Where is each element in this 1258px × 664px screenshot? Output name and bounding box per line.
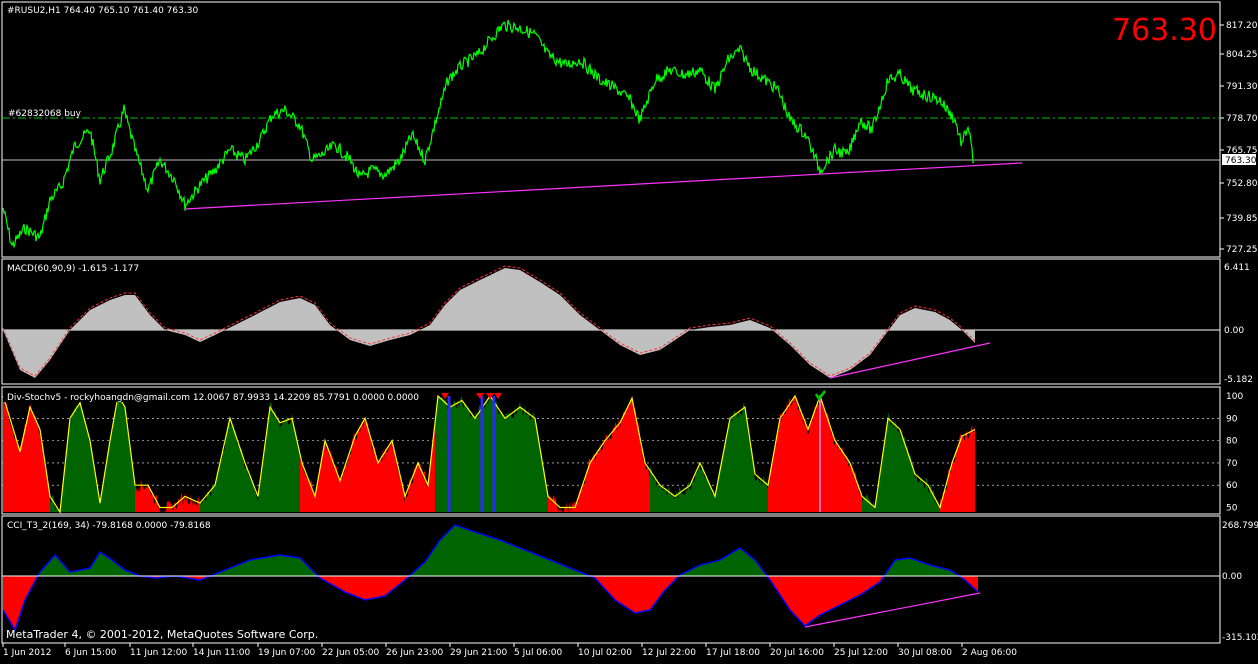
cci-axis-label: 0.00 [1222,572,1242,582]
time-axis: 1 Jun 2012 6 Jun 15:00 11 Jun 12:00 14 Jun … [2,643,1017,658]
stoch-area-segment [300,417,405,512]
time-axis-label: 11 Jun 12:00 [130,648,187,658]
cci-area-segment [590,576,679,613]
macd-pane[interactable]: MACD(60,90,9) -1.615 -1.177 6.411 0.00 -5.… [1,258,1253,385]
price-pane-frame [1,1,1221,258]
price-axis: 817.20804.25791.30778.70765.75752.80739.… [1220,21,1258,255]
cci-area-segment [410,525,589,576]
price-axis-label: 817.20 [1226,21,1258,31]
price-axis-label: 804.25 [1226,50,1258,60]
cci-pane[interactable]: CCI_T3_2(169, 34) -79.8168 0.0000 -79.81… [1,515,1258,644]
stoch-axis-label: 80 [1226,437,1238,447]
cci-area-segment [38,552,139,576]
price-axis-label: 739.85 [1226,214,1258,224]
stoch-area-segment [595,396,650,512]
time-axis-label: 10 Jul 02:00 [578,648,632,658]
buy-check-icon [814,390,826,402]
big-price-label: 763.30 [1112,13,1217,48]
time-axis-label: 17 Jul 18:00 [706,648,760,658]
copyright-label: MetaTrader 4, © 2001-2012, MetaQuotes So… [6,628,318,641]
time-axis-label: 2 Aug 06:00 [962,648,1017,658]
time-axis-label: 26 Jun 23:00 [386,648,443,658]
stoch-axis-label: 50 [1226,504,1238,514]
macd-histogram [3,268,975,378]
price-axis-label: 752.80 [1226,179,1258,189]
support-trendline[interactable] [184,162,1023,210]
cci-axis-label: 268.799 [1222,521,1258,531]
stoch-pane-header: Div-Stochv5 - rockyhoangdn@gmail.com 12.… [7,393,419,403]
cci-area-segment [3,576,37,630]
macd-axis-label: 6.411 [1224,263,1250,273]
time-axis-label: 29 Jun 21:00 [450,648,507,658]
stoch-axis-label: 70 [1226,459,1238,469]
time-axis-label: 6 Jun 15:00 [65,648,117,658]
order-label: #62832068 buy [8,109,82,119]
price-axis-label: 778.70 [1226,114,1258,124]
time-axis-label: 5 Jul 06:00 [514,648,563,658]
macd-axis-label: 0.00 [1224,326,1244,336]
stoch-axis-label: 60 [1226,481,1238,491]
price-axis-label: 727.25 [1226,245,1258,255]
cci-area-segment [885,558,958,576]
time-axis-label: 20 Jul 16:00 [770,648,824,658]
stoch-areas [3,396,975,512]
stoch-area-segment [200,402,300,512]
time-axis-label: 25 Jul 12:00 [834,648,888,658]
price-line [2,19,975,249]
current-price-tag: 763.30 [1225,156,1257,166]
time-axis-label: 30 Jul 08:00 [898,648,952,658]
macd-axis-label: -5.182 [1224,375,1253,385]
macd-pane-header: MACD(60,90,9) -1.615 -1.177 [7,264,139,274]
cci-pane-header: CCI_T3_2(169, 34) -79.8168 0.0000 -79.81… [7,521,211,531]
macd-pane-frame [1,258,1221,385]
time-axis-label: 22 Jun 05:00 [322,648,379,658]
stoch-area-segment [940,424,975,512]
stoch-area-segment [435,396,548,512]
stoch-axis: 100 90 80 70 60 50 [1226,392,1243,514]
cci-axis: 268.799 0.00 -315.102 [1222,521,1258,643]
chart-window[interactable]: #RUSU2,H1 764.40 765.10 761.40 763.30 76… [0,0,1258,660]
price-axis-label: 791.30 [1226,82,1258,92]
stoch-axis-label: 90 [1226,414,1238,424]
stoch-area-segment [768,396,862,512]
macd-axis: 6.411 0.00 -5.182 [1224,263,1253,385]
time-axis-label: 19 Jun 07:00 [258,648,315,658]
cci-axis-label: -315.102 [1222,633,1258,643]
time-axis-label: 1 Jun 2012 [3,648,51,658]
stoch-area-segment [862,412,940,512]
price-pane-header: #RUSU2,H1 764.40 765.10 761.40 763.30 [7,6,198,16]
time-axis-label: 14 Jun 11:00 [193,648,250,658]
stoch-axis-label: 100 [1226,392,1243,402]
chart-canvas[interactable]: #RUSU2,H1 764.40 765.10 761.40 763.30 76… [0,0,1258,660]
cci-area-segment [680,548,766,576]
stoch-pane[interactable]: Div-Stochv5 - rockyhoangdn@gmail.com 12.… [1,386,1243,515]
price-pane[interactable]: #RUSU2,H1 764.40 765.10 761.40 763.30 76… [1,1,1258,258]
time-axis-label: 12 Jul 22:00 [642,648,696,658]
